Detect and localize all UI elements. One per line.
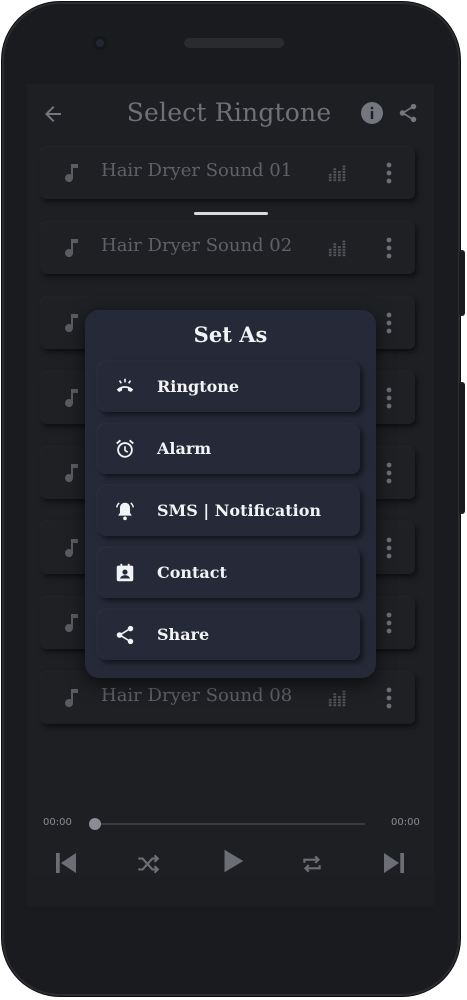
audio-player: 00:00 00:00	[27, 800, 434, 906]
screen: Select Ringtone Hair Dryer Sound 01 Hair …	[27, 84, 434, 906]
shuffle-icon[interactable]	[135, 851, 161, 877]
volume-button	[459, 382, 465, 514]
set-contact-button[interactable]: Contact	[98, 548, 360, 598]
option-label: SMS | Notification	[157, 501, 322, 520]
set-alarm-button[interactable]: Alarm	[98, 424, 360, 474]
alarm-clock-icon	[116, 439, 134, 458]
earpiece-speaker	[184, 38, 284, 48]
seek-bar[interactable]	[95, 823, 365, 825]
current-time: 00:00	[43, 817, 72, 828]
phone-ring-icon	[116, 378, 134, 392]
set-ringtone-button[interactable]: Ringtone	[98, 362, 360, 412]
option-label: Share	[157, 625, 210, 644]
set-notification-button[interactable]: SMS | Notification	[98, 486, 360, 536]
front-camera	[93, 36, 107, 50]
next-icon[interactable]	[379, 848, 409, 878]
notification-bell-icon	[116, 502, 134, 521]
share-button[interactable]: Share	[98, 610, 360, 660]
option-label: Contact	[157, 563, 227, 582]
dialog-title: Set As	[193, 322, 268, 347]
play-icon[interactable]	[217, 846, 247, 876]
total-time: 00:00	[391, 817, 420, 828]
set-as-dialog: Set As Ringtone Alarm SMS | Notification…	[85, 310, 376, 678]
previous-icon[interactable]	[51, 848, 81, 878]
share-icon	[116, 625, 134, 645]
repeat-icon[interactable]	[299, 851, 325, 877]
contact-card-icon	[116, 563, 134, 582]
option-label: Ringtone	[157, 377, 240, 396]
home-indicator[interactable]	[194, 212, 268, 215]
ringtone-list-screen: Select Ringtone Hair Dryer Sound 01 Hair …	[27, 84, 434, 874]
option-label: Alarm	[157, 439, 212, 458]
power-button	[459, 250, 465, 316]
seek-thumb[interactable]	[89, 818, 101, 830]
